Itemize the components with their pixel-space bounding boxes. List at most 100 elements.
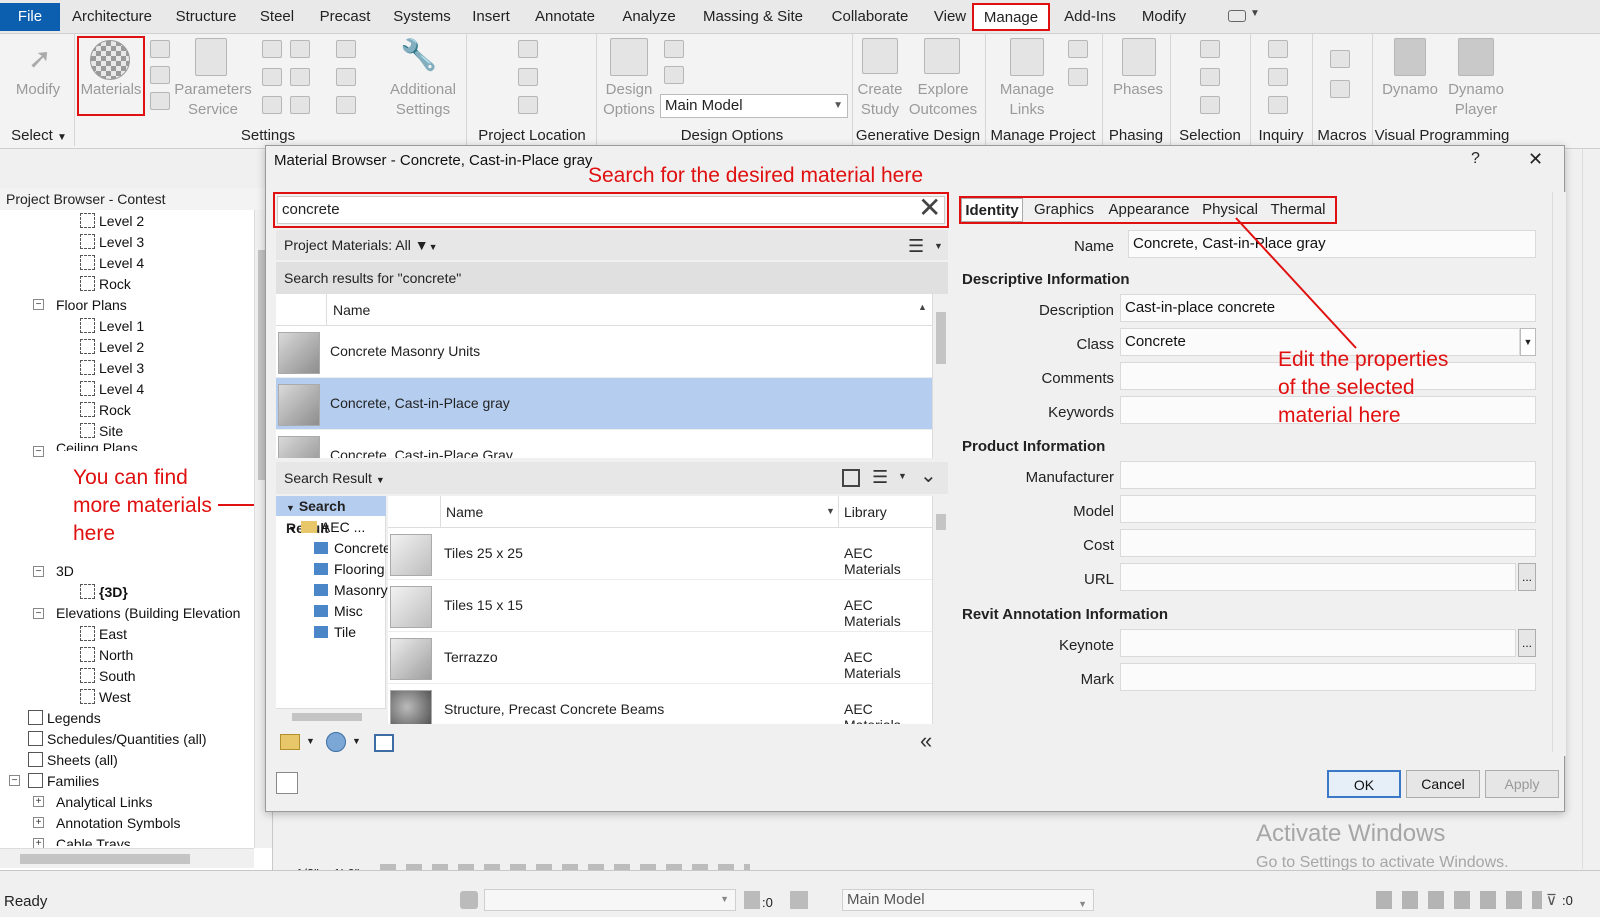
apply-button[interactable]: Apply xyxy=(1485,770,1559,798)
url-field[interactable] xyxy=(1120,563,1516,591)
view-options-icon[interactable]: ☰ xyxy=(908,236,924,257)
collapse-panel-icon[interactable]: « xyxy=(920,728,932,754)
dynamo-button[interactable]: Dynamo xyxy=(1380,80,1440,100)
location-icon[interactable] xyxy=(518,40,538,58)
library-row[interactable]: Tiles 15 x 15 AEC Materials xyxy=(388,580,932,632)
warnings-icon[interactable] xyxy=(1268,96,1288,114)
tree-item-library[interactable]: Misc xyxy=(314,601,363,621)
properties-scrollbar[interactable] xyxy=(1552,192,1566,752)
tree-item[interactable]: North xyxy=(80,645,133,665)
library-scrollbar[interactable] xyxy=(932,496,948,724)
tree-aec[interactable]: ▼ AEC ... xyxy=(288,517,365,539)
library-column-header[interactable]: Library xyxy=(844,504,887,520)
design-options-button[interactable]: Design Options xyxy=(598,80,660,120)
dynamo-player-button[interactable]: Dynamo Player xyxy=(1442,80,1510,120)
clear-search-icon[interactable]: ✕ xyxy=(918,192,941,224)
create-material-icon[interactable] xyxy=(326,732,346,752)
view-options-icon[interactable]: ☰ xyxy=(872,467,888,488)
tree-item[interactable]: Level 3 xyxy=(80,232,144,252)
scrollbar-thumb[interactable] xyxy=(20,854,190,864)
additional-icon[interactable] xyxy=(336,96,356,114)
group-select[interactable]: Select ▼ xyxy=(8,127,70,144)
cost-field[interactable] xyxy=(1120,529,1536,557)
library-row[interactable]: Tiles 25 x 25 AEC Materials xyxy=(388,528,932,580)
cancel-button[interactable]: Cancel xyxy=(1406,770,1480,798)
menu-precast[interactable]: Precast xyxy=(315,5,375,29)
create-study-button[interactable]: Create Study xyxy=(850,80,910,120)
menu-annotate[interactable]: Annotate xyxy=(530,5,600,29)
transfer-standards-icon[interactable] xyxy=(262,68,282,86)
chevron-down-icon[interactable]: ▼ xyxy=(934,241,943,251)
scrollbar-thumb[interactable] xyxy=(936,514,946,530)
tree-item[interactable]: Level 3 xyxy=(80,358,144,378)
menu-steel[interactable]: Steel xyxy=(255,5,299,29)
project-browser-hscrollbar[interactable] xyxy=(0,848,254,868)
collapse-icon[interactable]: − xyxy=(33,608,44,619)
tree-item-cable-trays[interactable]: Cable Trays xyxy=(56,834,131,846)
menu-view[interactable]: View xyxy=(929,5,971,29)
tree-item[interactable]: East xyxy=(80,624,127,644)
menu-analyze[interactable]: Analyze xyxy=(618,5,680,29)
collapse-icon[interactable]: − xyxy=(33,299,44,310)
macro-security-icon[interactable] xyxy=(1330,80,1350,98)
panel-schedule-icon[interactable] xyxy=(336,68,356,86)
canvas-scrollbar[interactable] xyxy=(1582,149,1600,869)
design-options-status-icon[interactable] xyxy=(790,891,808,909)
tree-item-analytical-links[interactable]: Analytical Links xyxy=(56,792,153,812)
menu-systems[interactable]: Systems xyxy=(390,5,454,29)
edit-selection-icon[interactable] xyxy=(1200,96,1220,114)
pick-to-edit-icon[interactable] xyxy=(664,66,684,84)
tree-item[interactable]: Level 1 xyxy=(80,316,144,336)
global-parameters-icon[interactable] xyxy=(290,40,310,58)
ok-button[interactable]: OK xyxy=(1327,770,1401,798)
manage-images-icon[interactable] xyxy=(1068,40,1088,58)
chevron-down-icon[interactable]: ▼ xyxy=(1520,328,1536,356)
tree-item[interactable]: Rock xyxy=(80,274,131,294)
mep-settings-icon[interactable] xyxy=(336,40,356,58)
select-by-id-icon[interactable] xyxy=(1268,68,1288,86)
keynote-browse-button[interactable]: ... xyxy=(1518,629,1536,657)
close-button[interactable]: ✕ xyxy=(1528,149,1543,170)
menu-collaborate[interactable]: Collaborate xyxy=(822,5,918,29)
menu-file[interactable]: File xyxy=(0,3,60,31)
tree-item[interactable]: Rock xyxy=(80,400,131,420)
library-row[interactable]: Structure, Precast Concrete Beams AEC Mat… xyxy=(388,684,932,724)
project-info-icon[interactable] xyxy=(150,92,170,110)
menu-massing-site[interactable]: Massing & Site xyxy=(697,5,809,29)
materials-button[interactable]: Materials xyxy=(78,80,144,100)
tree-item-floor-plans[interactable]: Floor Plans xyxy=(56,295,127,315)
tree-item[interactable]: Level 2 xyxy=(80,337,144,357)
model-field[interactable] xyxy=(1120,495,1536,523)
collapse-icon[interactable]: − xyxy=(9,775,20,786)
shared-parameters-icon[interactable] xyxy=(262,40,282,58)
menu-add-ins[interactable]: Add-Ins xyxy=(1060,5,1120,29)
editable-only-icon[interactable] xyxy=(744,891,760,909)
structural-settings-icon[interactable] xyxy=(290,96,310,114)
workset-select[interactable]: ▼ xyxy=(484,889,736,911)
tree-item[interactable]: Level 4 xyxy=(80,379,144,399)
chevron-down-icon[interactable]: ▼ xyxy=(898,471,907,481)
tree-item[interactable]: Level 2 xyxy=(80,211,144,231)
materials-scrollbar[interactable] xyxy=(932,294,948,458)
position-icon[interactable] xyxy=(518,96,538,114)
phases-button[interactable]: Phases xyxy=(1108,80,1168,100)
material-editor-icon[interactable] xyxy=(276,772,298,794)
tree-item-sheets[interactable]: Sheets (all) xyxy=(28,750,118,770)
material-row[interactable]: Concrete, Cast-in-Place Gray xyxy=(276,430,932,458)
asset-browser-icon[interactable] xyxy=(374,734,394,752)
scrollbar-thumb[interactable] xyxy=(936,312,946,364)
library-panel-icon[interactable] xyxy=(842,469,860,487)
macro-manager-icon[interactable] xyxy=(1330,50,1350,68)
worksets-icon[interactable] xyxy=(460,891,478,909)
object-styles-icon[interactable] xyxy=(150,40,170,58)
manage-links-button[interactable]: Manage Links xyxy=(994,80,1060,120)
name-column-header[interactable]: Name xyxy=(333,302,370,318)
add-to-set-icon[interactable] xyxy=(664,40,684,58)
menu-modify[interactable]: Modify xyxy=(1135,5,1193,29)
tree-item-annotation-symbols[interactable]: Annotation Symbols xyxy=(56,813,181,833)
tree-item[interactable]: South xyxy=(80,666,136,686)
library-folder-icon[interactable] xyxy=(280,734,300,750)
mark-field[interactable] xyxy=(1120,663,1536,691)
tree-item-library[interactable]: Concrete xyxy=(314,538,391,558)
parameters-service-button[interactable]: Parameters Service xyxy=(172,80,254,120)
